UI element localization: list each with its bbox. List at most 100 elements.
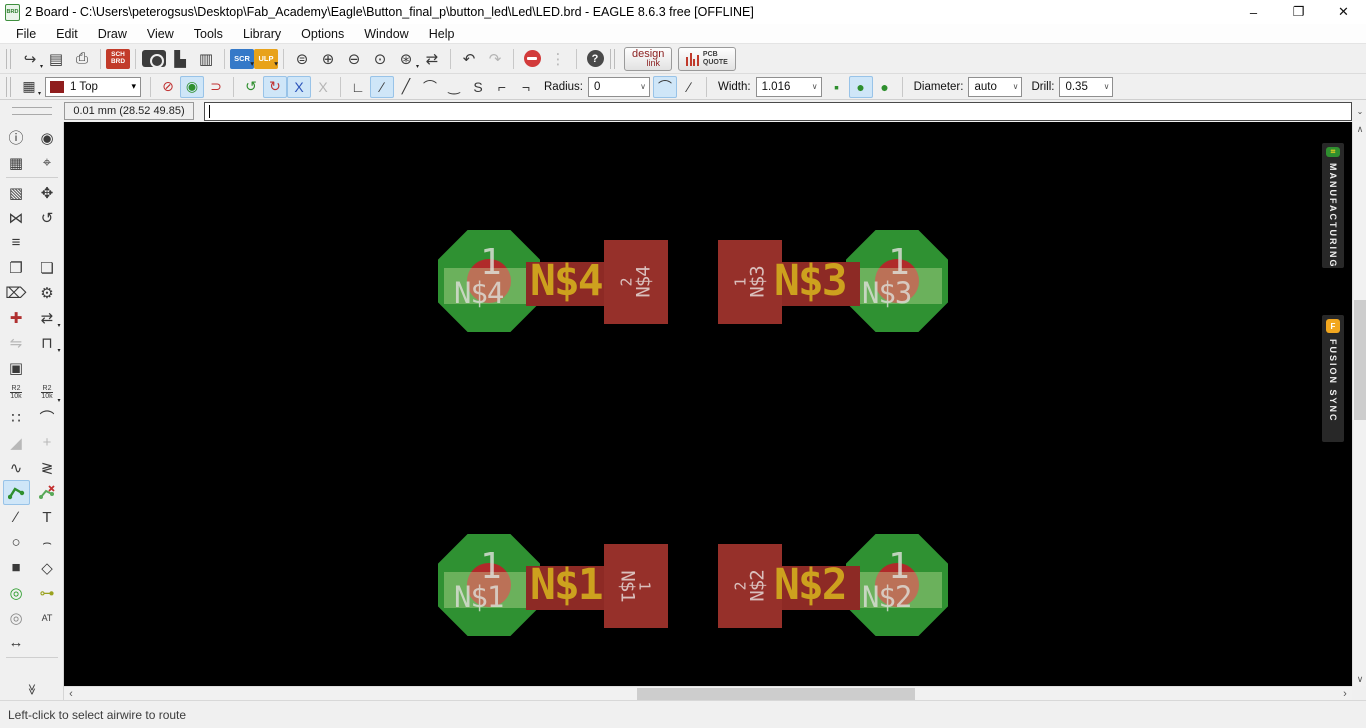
- command-history-icon[interactable]: ⋮: [545, 47, 571, 71]
- toolbar-grip[interactable]: [12, 107, 52, 115]
- info-icon[interactable]: ⓘ: [3, 125, 30, 150]
- route-push-obstacles-icon[interactable]: ⊃: [204, 76, 228, 98]
- vertical-scrollbar[interactable]: ∧ ∨: [1352, 122, 1366, 686]
- add-part-icon[interactable]: ✚: [3, 305, 30, 330]
- route-ignore-obstacles-icon[interactable]: ⊘: [156, 76, 180, 98]
- polygon-icon[interactable]: ◇: [34, 555, 61, 580]
- zoom-out-icon[interactable]: ⊖: [341, 47, 367, 71]
- menu-library[interactable]: Library: [233, 24, 291, 43]
- horizontal-scroll-thumb[interactable]: [637, 688, 915, 700]
- arc-icon[interactable]: ⌢: [34, 530, 61, 555]
- close-button[interactable]: ✕: [1321, 0, 1366, 24]
- menu-draw[interactable]: Draw: [88, 24, 137, 43]
- attribute-icon[interactable]: AT: [34, 605, 61, 630]
- smash-icon[interactable]: R2 10k ▾: [34, 380, 61, 405]
- rect-icon[interactable]: ■: [3, 555, 30, 580]
- show-icon[interactable]: ◉: [34, 125, 61, 150]
- open-file-icon[interactable]: ↪ ▾: [17, 47, 43, 71]
- grid-settings-icon[interactable]: ▦ ▾: [17, 76, 41, 98]
- replace-icon[interactable]: ⇄ ▾: [34, 305, 61, 330]
- schematic-board-toggle[interactable]: SCH BRD: [106, 48, 130, 69]
- bend-45-icon[interactable]: ∕: [370, 75, 394, 98]
- dimension-icon[interactable]: ↔: [3, 630, 30, 655]
- fusion-sync-tab[interactable]: F FUSION SYNC: [1322, 315, 1344, 442]
- bend-arc-up-icon[interactable]: ⌒: [418, 76, 442, 98]
- bend-90-round-icon[interactable]: ⌐: [490, 76, 514, 98]
- move-icon[interactable]: ✥: [34, 180, 61, 205]
- design-link-button[interactable]: design link: [624, 46, 673, 71]
- scroll-up-icon[interactable]: ∧: [1353, 122, 1366, 136]
- toolbar-grip[interactable]: [610, 48, 615, 69]
- circle-icon[interactable]: ○: [3, 530, 30, 555]
- text-icon[interactable]: T: [34, 505, 61, 530]
- smd-pad[interactable]: 2 N$4: [604, 240, 668, 324]
- paste-icon[interactable]: ❏: [34, 255, 61, 280]
- menu-tools[interactable]: Tools: [184, 24, 233, 43]
- signal-icon[interactable]: ⊶: [34, 580, 61, 605]
- bend-90-straight-icon[interactable]: ¬: [514, 76, 538, 98]
- display-layers-icon[interactable]: ▦: [3, 150, 30, 175]
- route-auto-end-via-icon[interactable]: ↻: [263, 75, 287, 98]
- group-icon[interactable]: ▧: [3, 180, 30, 205]
- name-icon[interactable]: ≡: [3, 230, 30, 255]
- mirror-icon[interactable]: ⋈: [3, 205, 30, 230]
- zoom-in-icon[interactable]: ⊕: [315, 47, 341, 71]
- zoom-select-icon[interactable]: ⊙: [367, 47, 393, 71]
- bend-arc-down-icon[interactable]: ‿: [442, 76, 466, 98]
- bend-free-icon[interactable]: ╱: [394, 76, 418, 98]
- airwire-optimize-icon[interactable]: X: [287, 75, 311, 98]
- diameter-select[interactable]: auto ∨: [968, 76, 1023, 97]
- meander-icon[interactable]: ≷: [34, 455, 61, 480]
- run-script-button[interactable]: SCR ▾: [230, 48, 254, 69]
- miter-straight-icon[interactable]: ∕: [677, 76, 701, 98]
- pad-square-icon[interactable]: ▪: [825, 76, 849, 98]
- toolbar-grip[interactable]: [6, 48, 11, 69]
- command-history-dropdown-icon[interactable]: ⌄: [1354, 107, 1366, 116]
- board-canvas[interactable]: 2 N$4 N$4 1 N$4 1 N$3 N$3 1 N$3 1 N$1 N$1 1 N$1 2 N$2 N$2…: [64, 122, 1352, 686]
- restore-button[interactable]: ❐: [1276, 0, 1321, 24]
- split-icon[interactable]: ∷: [3, 405, 30, 430]
- smd-pad[interactable]: 2 N$2: [718, 544, 782, 628]
- run-ulp-button[interactable]: ULP ▾: [254, 48, 278, 69]
- menu-options[interactable]: Options: [291, 24, 354, 43]
- pcb-quote-button[interactable]: PCB QUOTE: [678, 46, 736, 71]
- bend-s-icon[interactable]: S: [466, 76, 490, 98]
- menu-edit[interactable]: Edit: [46, 24, 88, 43]
- scroll-right-icon[interactable]: ›: [1338, 687, 1352, 701]
- minimize-button[interactable]: –: [1231, 0, 1276, 24]
- redo-icon[interactable]: ↷: [482, 47, 508, 71]
- width-select[interactable]: 1.016 ∨: [755, 76, 822, 97]
- undo-icon[interactable]: ↶: [456, 47, 482, 71]
- zoom-redraw-icon[interactable]: ⊛ ▾: [393, 47, 419, 71]
- via-icon[interactable]: ◎: [3, 580, 30, 605]
- value-icon[interactable]: R2 10k: [3, 380, 30, 405]
- unlock-icon[interactable]: ⊓ ▾: [34, 330, 60, 355]
- refresh-icon[interactable]: ⇄: [419, 47, 445, 71]
- airwire-optimize-alt-icon[interactable]: X: [311, 76, 335, 98]
- library-manager-icon[interactable]: ▥: [193, 47, 219, 71]
- via-round-icon[interactable]: ●: [848, 75, 873, 98]
- ripup-icon[interactable]: ∿: [3, 455, 30, 480]
- rotate-icon[interactable]: ↺: [34, 205, 61, 230]
- smd-pad[interactable]: 1 N$1: [604, 544, 668, 628]
- loop-removal-icon[interactable]: ↺: [239, 76, 263, 98]
- miter-fill-icon[interactable]: ◢: [3, 430, 30, 455]
- copy-icon[interactable]: ❐: [3, 255, 30, 280]
- via-round-alt-icon[interactable]: ●: [873, 76, 897, 98]
- layer-select[interactable]: 1 Top ▾: [45, 76, 141, 97]
- horizontal-scrollbar[interactable]: ‹ ›: [64, 686, 1352, 700]
- menu-view[interactable]: View: [137, 24, 184, 43]
- cam-processor-icon[interactable]: ▙: [167, 47, 193, 71]
- hole-icon[interactable]: ◎: [3, 605, 30, 630]
- toolbar-grip[interactable]: [6, 76, 11, 97]
- scroll-down-icon[interactable]: ∨: [1353, 672, 1366, 686]
- scroll-left-icon[interactable]: ‹: [64, 687, 78, 701]
- route-walkaround-obstacles-icon[interactable]: ◉: [180, 75, 204, 98]
- delete-icon[interactable]: ⌦: [3, 280, 30, 305]
- radius-select[interactable]: 0 ∨: [588, 76, 650, 97]
- vertical-scroll-thumb[interactable]: [1354, 300, 1366, 420]
- bend-90-icon[interactable]: ∟: [346, 76, 370, 98]
- menu-file[interactable]: File: [6, 24, 46, 43]
- menu-window[interactable]: Window: [354, 24, 418, 43]
- wire-icon[interactable]: ∕: [3, 505, 30, 530]
